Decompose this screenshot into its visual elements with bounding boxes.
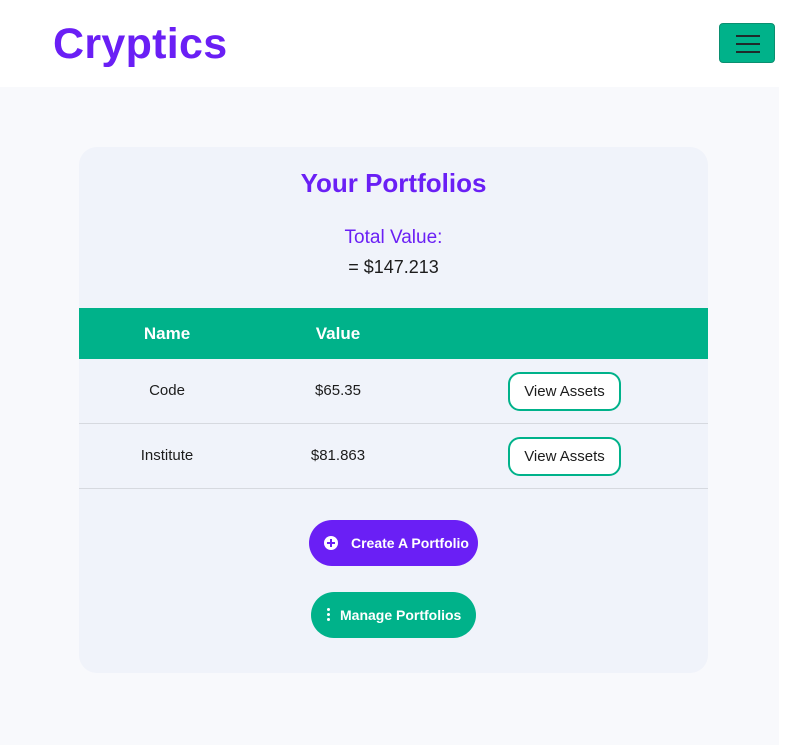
table-row: Institute $81.863 View Assets (79, 424, 708, 489)
view-assets-button[interactable]: View Assets (508, 372, 621, 411)
plus-circle-icon (324, 536, 338, 550)
create-portfolio-button[interactable]: Create A Portfolio (309, 520, 478, 566)
portfolio-value: $81.863 (310, 447, 366, 464)
vertical-dots-icon (327, 608, 330, 622)
total-value-amount: = $147.213 (348, 257, 439, 277)
portfolio-value: $65.35 (315, 382, 361, 399)
hamburger-menu-button[interactable] (719, 23, 775, 63)
portfolio-name: Code (149, 382, 185, 399)
create-portfolio-label: Create A Portfolio (351, 535, 469, 551)
card-title: Your Portfolios (300, 168, 487, 198)
column-header-name: Name (143, 324, 191, 343)
portfolio-name: Institute (140, 447, 194, 464)
top-navbar: Cryptics (0, 0, 787, 87)
manage-portfolios-button[interactable]: Manage Portfolios (311, 592, 476, 638)
table-row: Code $65.35 View Assets (79, 359, 708, 424)
brand-logo[interactable]: Cryptics (53, 18, 227, 70)
column-header-value: Value (315, 324, 361, 343)
total-value-label: Total Value: (344, 227, 443, 248)
view-assets-button[interactable]: View Assets (508, 437, 621, 476)
portfolios-card: Your Portfolios Total Value: = $147.213 … (79, 147, 708, 673)
portfolio-table-header: Name Value (79, 308, 708, 359)
manage-portfolios-label: Manage Portfolios (340, 607, 462, 623)
